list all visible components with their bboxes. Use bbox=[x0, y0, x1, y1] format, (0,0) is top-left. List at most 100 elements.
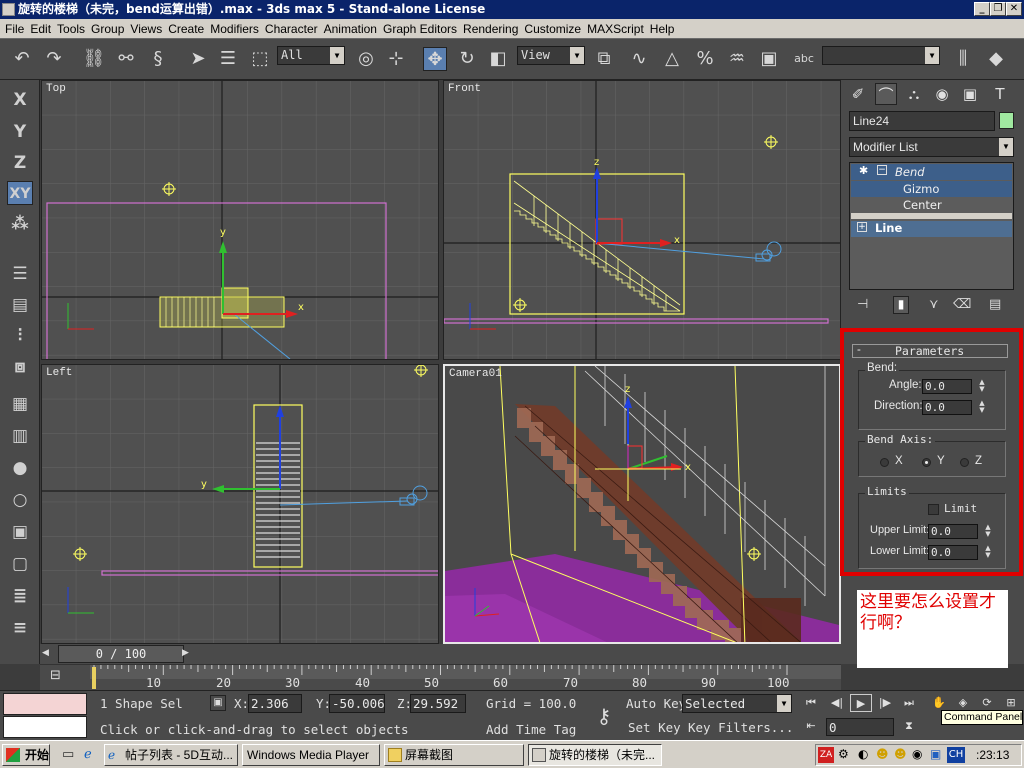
previous-frame-icon[interactable]: ◀| bbox=[826, 694, 848, 712]
lower-limit-spinner-arrows[interactable]: ▲ ▼ bbox=[983, 545, 993, 560]
tray-app-icon[interactable]: ⚙ bbox=[838, 747, 849, 761]
display-tab-icon[interactable]: ▣ bbox=[959, 83, 981, 105]
limit-checkbox[interactable] bbox=[928, 504, 939, 515]
y-coordinate-field[interactable]: -50.006 bbox=[329, 694, 385, 713]
viewport-top[interactable]: Top y x bbox=[41, 80, 439, 360]
track-bar[interactable]: 10 20 30 40 50 60 70 80 90 100 bbox=[40, 664, 841, 690]
show-desktop-icon[interactable]: ▭ bbox=[62, 747, 78, 763]
menu-file[interactable]: File bbox=[4, 22, 29, 36]
taskbar-item-3dsmax[interactable]: 旋转的楼梯（未完... bbox=[528, 744, 662, 766]
mirror-icon[interactable]: ⫼ bbox=[951, 47, 975, 71]
start-button[interactable]: 开始 bbox=[2, 744, 50, 766]
stack-item-line[interactable]: + Line bbox=[851, 221, 1012, 237]
play-icon[interactable]: ▶ bbox=[850, 694, 872, 712]
make-unique-icon[interactable]: ⋎ bbox=[929, 297, 939, 312]
restrict-y-button[interactable]: Y bbox=[7, 120, 33, 144]
stack-item-center[interactable]: Center bbox=[851, 197, 1012, 213]
set-key-button[interactable]: Set Key bbox=[628, 720, 681, 735]
schematic-view-icon[interactable]: ⧈ bbox=[7, 355, 33, 379]
goto-start-icon[interactable]: ⏮ bbox=[800, 694, 822, 712]
angle-snap-icon[interactable]: △ bbox=[660, 47, 684, 71]
slider-prev-icon[interactable]: ◀ bbox=[42, 646, 54, 661]
restrict-xy-button[interactable]: XY bbox=[7, 181, 33, 205]
inverse-kinematics-icon[interactable]: ⁂ bbox=[7, 212, 33, 236]
rectangular-selection-icon[interactable]: ⬚ bbox=[248, 47, 272, 71]
z-coordinate-field[interactable]: 29.592 bbox=[410, 694, 466, 713]
configure-sets-icon[interactable]: ▤ bbox=[989, 297, 1001, 312]
restrict-x-button[interactable]: X bbox=[7, 88, 33, 112]
viewport-left[interactable]: Left y bbox=[41, 364, 439, 644]
menu-tools[interactable]: Tools bbox=[56, 22, 90, 36]
select-and-rotate-icon[interactable]: ↻ bbox=[455, 47, 479, 71]
edit-named-selection-icon[interactable]: abc bbox=[792, 47, 816, 71]
taskbar-item-screenshots[interactable]: 屏幕截图 bbox=[384, 744, 524, 766]
restrict-z-button[interactable]: Z bbox=[7, 151, 33, 175]
network-icon[interactable]: ▣ bbox=[930, 747, 941, 761]
align-icon[interactable]: ◆ bbox=[984, 47, 1008, 71]
undo-icon[interactable]: ↶ bbox=[10, 47, 34, 71]
unlock-icon[interactable]: ▢ bbox=[7, 552, 33, 576]
lightbulb-icon[interactable]: ✱ bbox=[859, 164, 868, 177]
tray-app-icon[interactable]: ◐ bbox=[858, 747, 868, 761]
lock-icon[interactable]: ▣ bbox=[7, 520, 33, 544]
menu-rendering[interactable]: Rendering bbox=[462, 22, 523, 36]
maxscript-listener-white[interactable] bbox=[3, 716, 87, 738]
stack-item-bend[interactable]: ✱ − Bend bbox=[851, 164, 1012, 180]
angle-spinner-arrows[interactable]: ▲ ▼ bbox=[977, 379, 987, 394]
parameters-rollout-header[interactable]: - Parameters bbox=[852, 344, 1008, 358]
snap-toggle-icon[interactable]: ∿ bbox=[627, 47, 651, 71]
menu-animation[interactable]: Animation bbox=[323, 22, 382, 36]
menu-modifiers[interactable]: Modifiers bbox=[209, 22, 264, 36]
menu-help[interactable]: Help bbox=[649, 22, 680, 36]
taskbar-item-forum[interactable]: ℯ 帖子列表 - 5D互动... bbox=[104, 744, 238, 766]
collapse-icon[interactable]: − bbox=[877, 165, 887, 175]
open-mini-curve-editor-icon[interactable]: ⊟ bbox=[50, 668, 70, 686]
menu-graph-editors[interactable]: Graph Editors bbox=[382, 22, 462, 36]
selection-filter-dropdown[interactable]: All ▼ bbox=[277, 46, 345, 65]
viewport-camera[interactable]: Camera01 z x bbox=[443, 364, 841, 644]
close-button[interactable]: ✕ bbox=[1006, 2, 1022, 16]
select-and-move-icon[interactable]: ✥ bbox=[423, 47, 447, 71]
create-tab-icon[interactable]: ✐ bbox=[847, 83, 869, 105]
redo-icon[interactable]: ↷ bbox=[42, 47, 66, 71]
select-link-icon[interactable]: ⛓ bbox=[82, 47, 106, 71]
axis-x-radio[interactable] bbox=[880, 458, 889, 467]
menu-character[interactable]: Character bbox=[264, 22, 323, 36]
spinner-snap-icon[interactable]: ♒ bbox=[725, 47, 749, 71]
language-indicator[interactable]: CH bbox=[947, 747, 965, 763]
qq-icon[interactable]: ☻ bbox=[876, 747, 889, 761]
light-bulb-off-icon[interactable]: ○ bbox=[7, 488, 33, 512]
material-editor-icon[interactable]: ▦ bbox=[7, 392, 33, 416]
show-end-result-icon[interactable]: ▮ bbox=[893, 296, 909, 314]
x-coordinate-field[interactable]: 2.306 bbox=[248, 694, 302, 713]
goto-end-icon[interactable]: ⏭ bbox=[898, 694, 920, 712]
selected-dropdown[interactable]: Selected ▼ bbox=[682, 694, 792, 713]
render-scene-icon[interactable]: ▥ bbox=[7, 424, 33, 448]
key-mode-toggle-icon[interactable]: ⇤ bbox=[800, 717, 822, 735]
layers-icon[interactable]: ☰ bbox=[7, 262, 33, 286]
menu-group[interactable]: Group bbox=[90, 22, 129, 36]
direction-spinner-arrows[interactable]: ▲ ▼ bbox=[977, 400, 987, 415]
next-frame-icon[interactable]: |▶ bbox=[874, 694, 896, 712]
curve-editor-icon[interactable]: ⫶ bbox=[7, 324, 33, 348]
menu-maxscript[interactable]: MAXScript bbox=[586, 22, 649, 36]
expand-icon[interactable]: + bbox=[857, 222, 867, 232]
tray-app-icon[interactable]: ◉ bbox=[912, 747, 922, 761]
stack-alt-icon[interactable]: ≡ bbox=[7, 616, 33, 640]
motion-tab-icon[interactable]: ◉ bbox=[931, 83, 953, 105]
time-configuration-icon[interactable]: ⧗ bbox=[898, 717, 920, 735]
bind-space-warp-icon[interactable]: § bbox=[146, 47, 170, 71]
unlink-icon[interactable]: ⚯ bbox=[114, 47, 138, 71]
input-method-icon[interactable]: ZA bbox=[818, 747, 834, 763]
modifier-list-dropdown[interactable]: Modifier List ▼ bbox=[849, 137, 1014, 157]
remove-modifier-icon[interactable]: ⌫ bbox=[953, 297, 971, 312]
named-selection-dropdown[interactable]: ▼ bbox=[822, 46, 940, 65]
crossing-icon[interactable]: ⊹ bbox=[384, 47, 408, 71]
stack-item-gizmo[interactable]: Gizmo bbox=[851, 181, 1012, 197]
slider-next-icon[interactable]: ▶ bbox=[182, 646, 194, 661]
viewport-front[interactable]: Front z x bbox=[443, 80, 841, 360]
menu-create[interactable]: Create bbox=[167, 22, 209, 36]
taskbar-item-media-player[interactable]: Windows Media Player bbox=[242, 744, 380, 766]
selection-lock-icon[interactable]: ▣ bbox=[210, 695, 226, 711]
select-by-name-icon[interactable]: ☰ bbox=[216, 47, 240, 71]
